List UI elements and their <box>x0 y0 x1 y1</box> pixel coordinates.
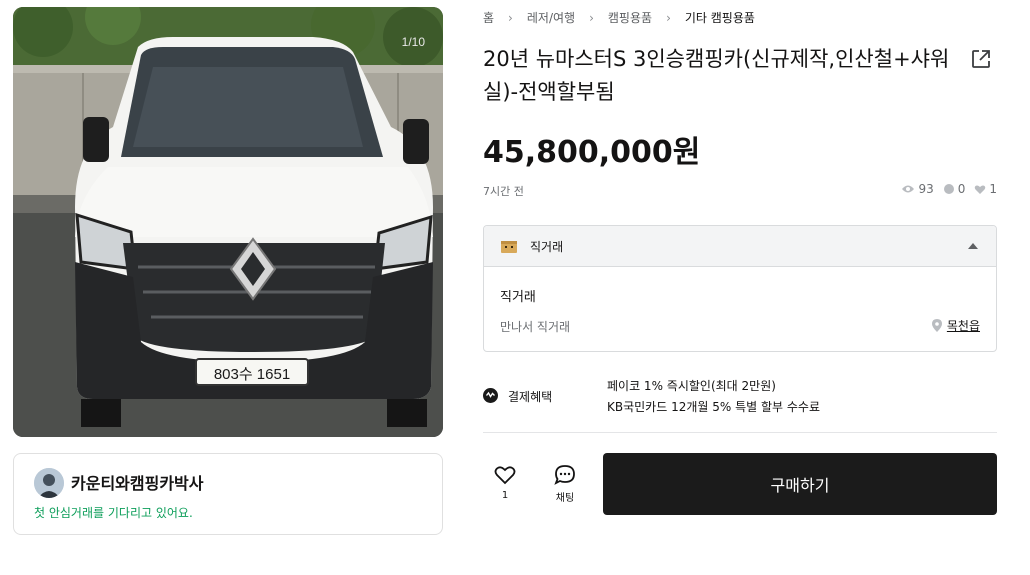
chevron-right-icon: › <box>666 10 671 25</box>
chevron-right-icon: › <box>508 10 513 25</box>
payment-benefit-kb: KB국민카드 12개월 5% 특별 할부 수수료 <box>607 400 821 414</box>
trade-location-link[interactable]: 목천읍 <box>947 317 980 334</box>
payment-benefit-payco: 페이코 1% 즉시할인(최대 2만원) <box>607 379 776 393</box>
trade-description: 만나서 직거래 <box>500 320 571 334</box>
buy-button[interactable]: 구매하기 <box>603 453 997 515</box>
likes-stat: 1 <box>974 182 997 196</box>
breadcrumb-home[interactable]: 홈 <box>483 9 494 26</box>
chats-stat: 0 <box>943 182 966 196</box>
share-icon[interactable] <box>970 48 992 70</box>
divider <box>483 432 997 433</box>
chevron-right-icon: › <box>589 10 594 25</box>
chat-bubble-icon <box>943 184 954 194</box>
product-price: 45,800,000원 <box>483 135 701 170</box>
breadcrumb: 홈 › 레저/여행 › 캠핑용품 › 기타 캠핑용품 <box>483 9 755 26</box>
trade-method-box: 직거래 직거래 만나서 직거래 목천읍 <box>483 225 997 352</box>
heart-icon <box>494 466 516 485</box>
trade-location[interactable]: 목천읍 <box>931 317 980 334</box>
location-pin-icon <box>931 319 942 332</box>
breadcrumb-current[interactable]: 기타 캠핑용품 <box>685 9 755 26</box>
trade-type: 직거래 <box>500 290 536 305</box>
eye-icon <box>902 185 915 193</box>
breadcrumb-camping[interactable]: 캠핑용품 <box>608 9 652 26</box>
trade-method-header[interactable]: 직거래 <box>484 226 996 267</box>
chats-count: 0 <box>957 182 966 196</box>
seller-message: 첫 안심거래를 기다리고 있어요. <box>34 506 193 520</box>
payment-icon <box>483 388 498 403</box>
views-count: 93 <box>918 182 934 196</box>
chat-label: 채팅 <box>555 493 575 504</box>
box-icon <box>501 241 517 253</box>
posted-time: 7시간 전 <box>483 185 524 198</box>
like-button[interactable]: 1 <box>485 463 525 508</box>
trade-method-label: 직거래 <box>530 239 564 254</box>
seller-name[interactable]: 카운티와캠핑카박사 <box>71 470 203 494</box>
avatar <box>34 468 64 498</box>
photo-counter: 1/10 <box>401 35 425 49</box>
likes-count: 1 <box>989 182 997 196</box>
seller-card[interactable]: 카운티와캠핑카박사 첫 안심거래를 기다리고 있어요. <box>13 453 443 535</box>
views-stat: 93 <box>901 182 934 196</box>
product-photo[interactable]: 803수 1651 1/10 <box>13 7 443 437</box>
chat-button[interactable]: 채팅 <box>545 463 585 508</box>
product-title: 20년 뉴마스터S 3인승캠핑카(신규제작,인산철+샤워실)-전액할부됨 <box>483 47 950 104</box>
payment-benefit-label: 결제혜택 <box>508 390 553 404</box>
product-stats: 93 0 1 <box>892 182 997 196</box>
license-plate-text: 803수 1651 <box>213 366 291 383</box>
heart-icon <box>975 184 986 194</box>
chat-bubble-icon <box>554 465 575 485</box>
like-count: 1 <box>501 490 509 501</box>
caret-up-icon[interactable] <box>968 243 978 249</box>
breadcrumb-leisure[interactable]: 레저/여행 <box>527 9 575 26</box>
